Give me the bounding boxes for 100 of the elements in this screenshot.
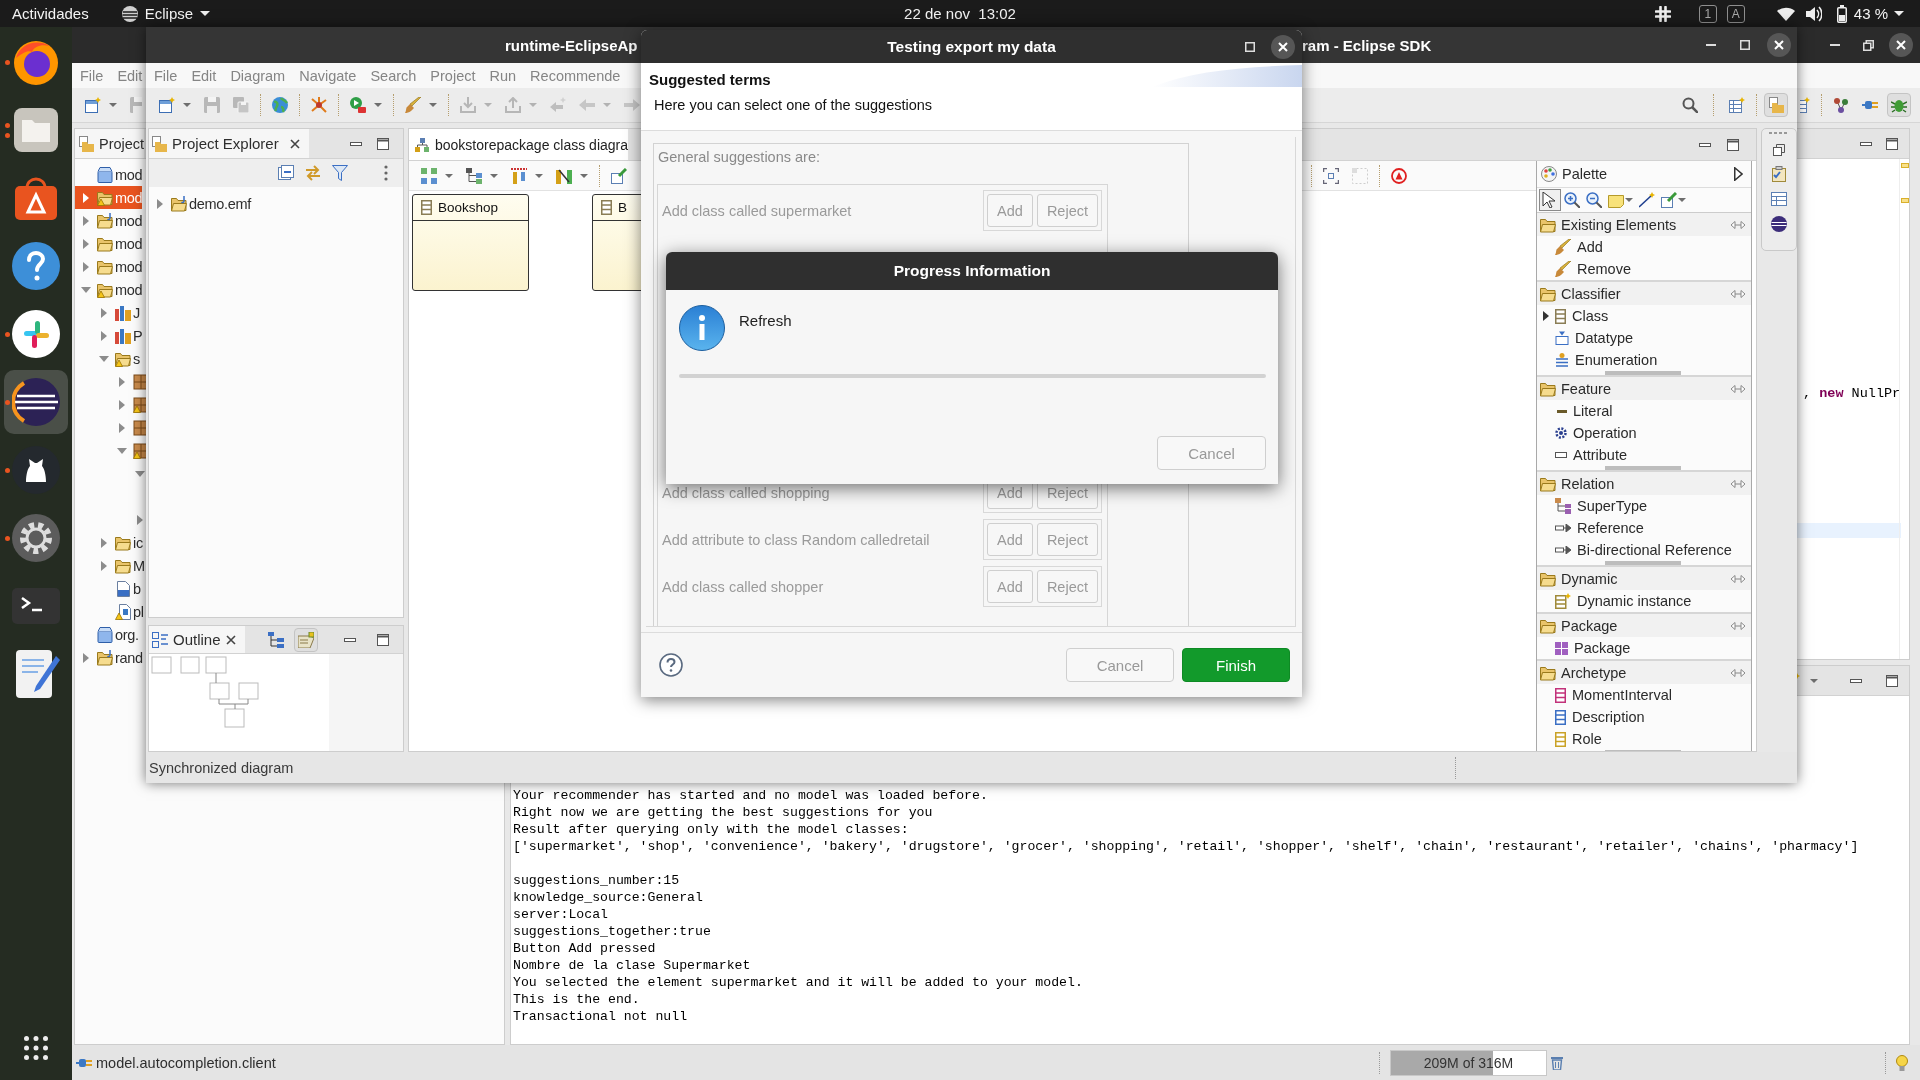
close-icon[interactable] <box>1271 34 1295 59</box>
panel-tab[interactable]: Outline <box>149 626 245 653</box>
class-node[interactable]: Bookshop <box>412 194 529 291</box>
panel-tab[interactable]: Project Explorer <box>149 129 309 158</box>
dropdown-caret-icon[interactable] <box>535 173 543 178</box>
tray-indicator[interactable]: A <box>1726 4 1745 23</box>
task-list-icon[interactable] <box>1771 166 1787 182</box>
app-grid-icon[interactable] <box>24 1036 48 1060</box>
triangle-down-icon[interactable] <box>99 355 109 362</box>
collapse-palette-icon[interactable] <box>1734 167 1743 181</box>
palette-tool[interactable]: MomentInterval <box>1537 684 1751 706</box>
tree-item[interactable]: ic <box>75 531 143 554</box>
menu-item[interactable]: Search <box>370 67 417 84</box>
striped-sphere-icon[interactable] <box>1771 216 1787 232</box>
dock-item[interactable] <box>4 370 68 434</box>
drag-handle-icon[interactable] <box>1769 132 1789 134</box>
restore-icon[interactable] <box>1862 39 1874 51</box>
minimize-icon[interactable] <box>1699 142 1711 147</box>
drawer-header[interactable]: Classifier <box>1537 282 1751 305</box>
battery-percentage[interactable]: 43 % <box>1853 5 1888 22</box>
toolbar-button[interactable] <box>1764 93 1788 117</box>
clock[interactable]: 22 de nov 13:02 <box>904 5 1016 22</box>
dropdown-caret-icon[interactable] <box>490 173 498 178</box>
maximize-icon[interactable] <box>1886 674 1898 687</box>
palette-tool[interactable]: Role <box>1537 728 1751 750</box>
collapse-all-icon[interactable] <box>278 165 294 181</box>
help-icon[interactable] <box>659 653 683 677</box>
overview-marker[interactable] <box>1900 198 1909 203</box>
triangle-down-icon[interactable] <box>117 447 127 454</box>
palette-tool[interactable]: Enumeration <box>1537 349 1751 371</box>
menu-item[interactable]: Project <box>430 67 476 84</box>
dropdown-caret-icon[interactable] <box>445 173 453 178</box>
minimize-icon[interactable] <box>344 637 356 642</box>
memory-bar[interactable]: 209M of 316M <box>1390 1049 1547 1076</box>
minimize-icon[interactable] <box>1860 141 1872 146</box>
palette-tool[interactable]: SuperType <box>1537 495 1751 517</box>
pin-arrows-icon[interactable] <box>1731 574 1745 583</box>
minimize-icon[interactable] <box>1850 678 1862 683</box>
dialog-button[interactable]: Finish <box>1182 648 1290 682</box>
pin-arrows-icon[interactable] <box>1731 479 1745 488</box>
drawer-header[interactable]: Package <box>1537 614 1751 637</box>
tree-item[interactable]: pl <box>75 600 144 623</box>
tree-item[interactable]: rand <box>75 646 143 669</box>
dropdown-caret-icon[interactable] <box>374 103 382 107</box>
close-icon[interactable] <box>1767 33 1791 57</box>
light-bulb-icon[interactable] <box>1896 1054 1908 1071</box>
dropdown-caret-icon[interactable] <box>183 103 191 107</box>
dropdown-caret-icon[interactable] <box>429 103 437 107</box>
palette-tool[interactable]: Operation <box>1537 422 1751 444</box>
tree-item[interactable]: org. <box>75 623 139 646</box>
tree-item[interactable]: J <box>75 301 140 324</box>
maximize-icon[interactable] <box>1886 137 1898 150</box>
dropdown-caret-icon[interactable] <box>109 103 117 107</box>
drawer-header[interactable]: Existing Elements <box>1537 213 1751 236</box>
menu-item[interactable]: Recommende <box>530 67 621 84</box>
tree-item[interactable]: P <box>75 324 143 347</box>
table-icon[interactable] <box>1771 192 1787 206</box>
drawer-header[interactable]: Feature <box>1537 377 1751 400</box>
vertical-dots-icon[interactable] <box>384 165 388 181</box>
hash-icon[interactable] <box>1654 5 1671 22</box>
pin-arrows-icon[interactable] <box>1731 384 1745 393</box>
palette-tool[interactable]: Bi-directional Reference <box>1537 539 1751 561</box>
pin-arrows-icon[interactable] <box>1731 668 1745 677</box>
caret-icon[interactable] <box>1894 11 1904 16</box>
minimize-icon[interactable] <box>350 141 362 146</box>
triangle-down-icon[interactable] <box>135 470 145 477</box>
tree-item[interactable]: b <box>75 577 141 600</box>
dropdown-caret-icon[interactable] <box>580 173 588 178</box>
dropdown-caret-icon[interactable] <box>1810 678 1818 683</box>
tree-item[interactable]: mod <box>75 232 143 255</box>
panel-tab[interactable]: Project <box>75 129 145 158</box>
close-icon[interactable] <box>289 138 300 149</box>
restore-icon[interactable] <box>1773 144 1785 156</box>
maximize-icon[interactable] <box>377 137 389 150</box>
triangle-down-icon[interactable] <box>81 286 91 293</box>
palette-tool-button[interactable] <box>1539 189 1561 211</box>
drawer-header[interactable]: Dynamic <box>1537 567 1751 590</box>
overview-marker[interactable] <box>1900 163 1909 168</box>
drawer-header[interactable]: Archetype <box>1537 661 1751 684</box>
tray-indicator[interactable]: 1 <box>1698 4 1717 23</box>
menu-item[interactable]: Edit <box>117 67 143 84</box>
tree-item[interactable]: s <box>75 347 140 370</box>
tree-item[interactable]: mod <box>75 278 143 301</box>
palette-tool[interactable]: Add <box>1537 236 1751 258</box>
tree-item[interactable]: mod <box>75 163 143 186</box>
battery-icon[interactable] <box>1836 4 1847 23</box>
editor-tab[interactable]: bookstorepackage class diagra <box>409 129 628 160</box>
maximize-icon[interactable] <box>1727 138 1739 151</box>
pin-arrows-icon[interactable] <box>1731 289 1745 298</box>
palette-tool[interactable]: Class <box>1537 305 1751 327</box>
tree-item[interactable]: M <box>75 554 145 577</box>
palette-tool[interactable]: Attribute <box>1537 444 1751 466</box>
tree-item[interactable]: mod <box>75 209 143 232</box>
toolbar-button[interactable] <box>1887 93 1911 117</box>
tree-item[interactable]: mod <box>75 186 143 209</box>
drawer-header[interactable]: Relation <box>1537 472 1751 495</box>
close-icon[interactable] <box>1889 33 1913 57</box>
pin-arrows-icon[interactable] <box>1731 220 1745 229</box>
filter-icon[interactable] <box>332 165 348 181</box>
dropdown-caret-icon[interactable] <box>1678 198 1686 202</box>
